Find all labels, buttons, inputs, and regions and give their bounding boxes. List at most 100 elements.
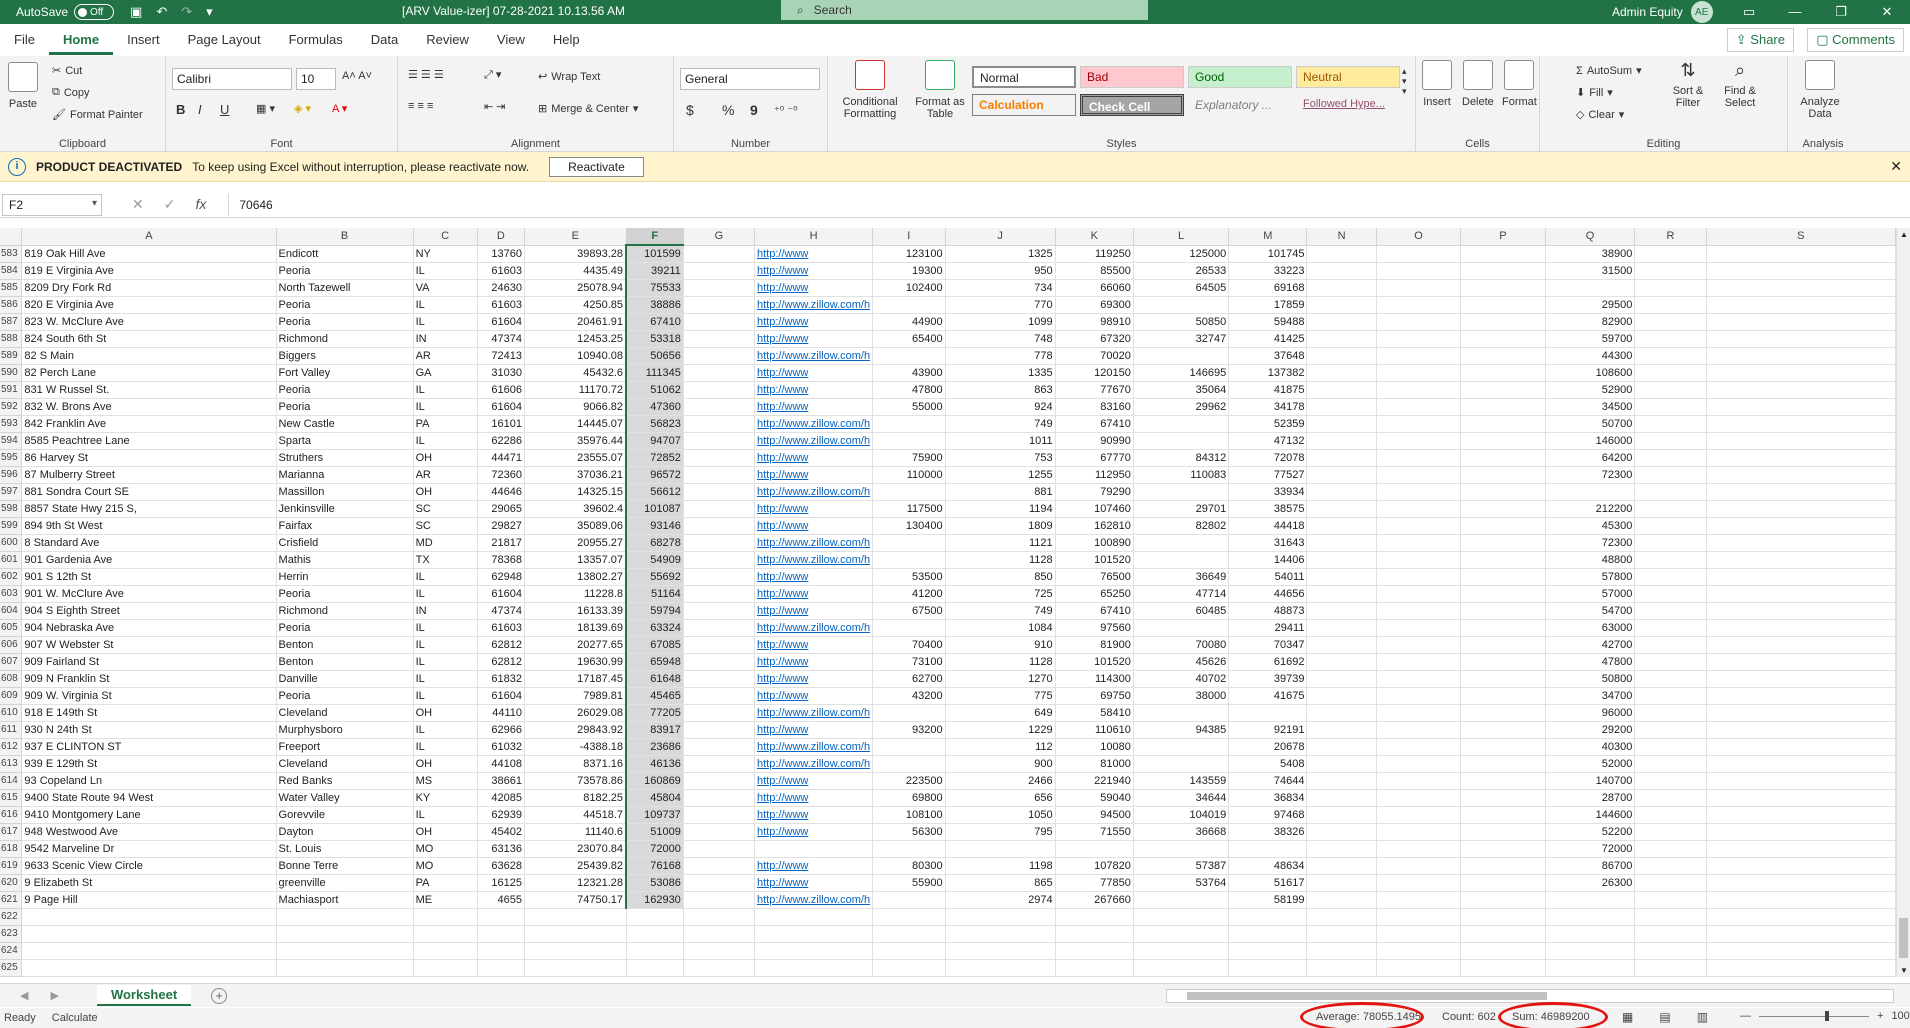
cell-l[interactable]: 29962 bbox=[1133, 398, 1230, 416]
cell-f[interactable]: 94707 bbox=[625, 432, 684, 450]
tab-data[interactable]: Data bbox=[357, 24, 412, 56]
cell-d[interactable] bbox=[477, 959, 526, 977]
cell-n[interactable] bbox=[1306, 942, 1377, 960]
cell-i[interactable]: 75900 bbox=[872, 449, 946, 467]
cell-k[interactable]: 110610 bbox=[1055, 721, 1134, 739]
row-header[interactable]: 617 bbox=[0, 823, 23, 841]
cell-h[interactable]: http://www bbox=[754, 636, 874, 654]
italic-button[interactable]: I bbox=[198, 102, 202, 117]
cell-f[interactable]: 72852 bbox=[625, 449, 684, 467]
cell-s[interactable] bbox=[1706, 789, 1896, 807]
cell-i[interactable] bbox=[872, 347, 946, 365]
cell-e[interactable]: 35976.44 bbox=[524, 432, 627, 450]
row-header[interactable]: 597 bbox=[0, 483, 23, 501]
cell-c[interactable]: OH bbox=[413, 483, 478, 501]
cell-a[interactable]: 823 W. McClure Ave bbox=[21, 313, 277, 331]
fill-button[interactable]: ⬇ Fill ▾ bbox=[1576, 86, 1613, 100]
cell-a[interactable]: 831 W Russel St. bbox=[21, 381, 277, 399]
cell-h[interactable]: http://www.zillow.com/h bbox=[754, 619, 874, 637]
cell-j[interactable]: 863 bbox=[945, 381, 1056, 399]
cell-n[interactable] bbox=[1306, 534, 1377, 552]
cell-i[interactable]: 43900 bbox=[872, 364, 946, 382]
cell-j[interactable]: 1128 bbox=[945, 653, 1056, 671]
cell-l[interactable]: 40702 bbox=[1133, 670, 1230, 688]
cell-o[interactable] bbox=[1376, 857, 1462, 875]
sort-filter-button[interactable]: ⇅ Sort & Filter bbox=[1668, 60, 1708, 109]
cell-k[interactable]: 79290 bbox=[1055, 483, 1134, 501]
cell-m[interactable]: 70347 bbox=[1228, 636, 1308, 654]
cell-d[interactable]: 63136 bbox=[477, 840, 526, 858]
cell-o[interactable] bbox=[1376, 466, 1462, 484]
cell-r[interactable] bbox=[1634, 415, 1707, 433]
cell-o[interactable] bbox=[1376, 721, 1462, 739]
cell-g[interactable] bbox=[683, 330, 756, 348]
cell-b[interactable]: Endicott bbox=[276, 245, 414, 263]
cell-o[interactable] bbox=[1376, 483, 1462, 501]
cell-g[interactable] bbox=[683, 738, 756, 756]
cell-r[interactable] bbox=[1634, 449, 1707, 467]
cell-d[interactable]: 44646 bbox=[477, 483, 526, 501]
cell-o[interactable] bbox=[1376, 942, 1462, 960]
cell-k[interactable] bbox=[1055, 840, 1134, 858]
cell-m[interactable]: 58199 bbox=[1228, 891, 1308, 909]
underline-button[interactable]: U bbox=[220, 102, 229, 117]
cell-n[interactable] bbox=[1306, 738, 1377, 756]
cell-q[interactable] bbox=[1545, 279, 1636, 297]
cell-d[interactable]: 62286 bbox=[477, 432, 526, 450]
cell-p[interactable] bbox=[1460, 534, 1546, 552]
cell-f[interactable]: 68278 bbox=[625, 534, 684, 552]
cell-b[interactable]: Struthers bbox=[276, 449, 414, 467]
cell-r[interactable] bbox=[1634, 330, 1707, 348]
cell-s[interactable] bbox=[1706, 823, 1896, 841]
restore-icon[interactable]: ❐ bbox=[1818, 0, 1864, 24]
cell-a[interactable] bbox=[21, 959, 277, 977]
cell-q[interactable]: 52000 bbox=[1545, 755, 1636, 773]
cell-a[interactable]: 881 Sondra Court SE bbox=[21, 483, 277, 501]
cell-q[interactable] bbox=[1545, 925, 1636, 943]
cell-o[interactable] bbox=[1376, 925, 1462, 943]
cell-q[interactable]: 108600 bbox=[1545, 364, 1636, 382]
row-header[interactable]: 619 bbox=[0, 857, 23, 875]
cell-e[interactable]: 39602.4 bbox=[524, 500, 627, 518]
cell-o[interactable] bbox=[1376, 398, 1462, 416]
cell-l[interactable] bbox=[1133, 942, 1230, 960]
paste-button[interactable]: Paste bbox=[8, 62, 38, 110]
cell-l[interactable] bbox=[1133, 959, 1230, 977]
cell-q[interactable] bbox=[1545, 959, 1636, 977]
cell-f[interactable]: 45465 bbox=[625, 687, 684, 705]
row-header[interactable]: 586 bbox=[0, 296, 23, 314]
cell-b[interactable]: Richmond bbox=[276, 602, 414, 620]
cell-g[interactable] bbox=[683, 704, 756, 722]
row-header[interactable]: 588 bbox=[0, 330, 23, 348]
cell-d[interactable]: 16101 bbox=[477, 415, 526, 433]
cell-a[interactable]: 819 Oak Hill Ave bbox=[21, 245, 277, 263]
cell-q[interactable]: 31500 bbox=[1545, 262, 1636, 280]
save-icon[interactable]: ▣ bbox=[130, 4, 142, 20]
cell-n[interactable] bbox=[1306, 687, 1377, 705]
cell-m[interactable] bbox=[1228, 925, 1308, 943]
cell-m[interactable]: 97468 bbox=[1228, 806, 1308, 824]
column-header-q[interactable]: Q bbox=[1545, 228, 1636, 246]
currency-button[interactable]: $ bbox=[686, 102, 694, 118]
row-header[interactable]: 591 bbox=[0, 381, 23, 399]
row-header[interactable]: 601 bbox=[0, 551, 23, 569]
cell-l[interactable] bbox=[1133, 534, 1230, 552]
row-header[interactable]: 607 bbox=[0, 653, 23, 671]
cell-i[interactable]: 62700 bbox=[872, 670, 946, 688]
cell-k[interactable]: 120150 bbox=[1055, 364, 1134, 382]
cell-r[interactable] bbox=[1634, 279, 1707, 297]
cell-r[interactable] bbox=[1634, 262, 1707, 280]
cell-n[interactable] bbox=[1306, 755, 1377, 773]
cell-l[interactable] bbox=[1133, 908, 1230, 926]
cell-s[interactable] bbox=[1706, 347, 1896, 365]
cell-f[interactable]: 72000 bbox=[625, 840, 684, 858]
cell-f[interactable]: 101087 bbox=[625, 500, 684, 518]
cell-l[interactable]: 104019 bbox=[1133, 806, 1230, 824]
cell-h[interactable]: http://www.zillow.com/h bbox=[754, 551, 874, 569]
cell-h[interactable]: http://www bbox=[754, 585, 874, 603]
cell-b[interactable]: Fairfax bbox=[276, 517, 414, 535]
cell-c[interactable]: IL bbox=[413, 381, 478, 399]
autosave-control[interactable]: AutoSave Off bbox=[16, 4, 115, 20]
cell-k[interactable]: 114300 bbox=[1055, 670, 1134, 688]
cell-q[interactable]: 29200 bbox=[1545, 721, 1636, 739]
